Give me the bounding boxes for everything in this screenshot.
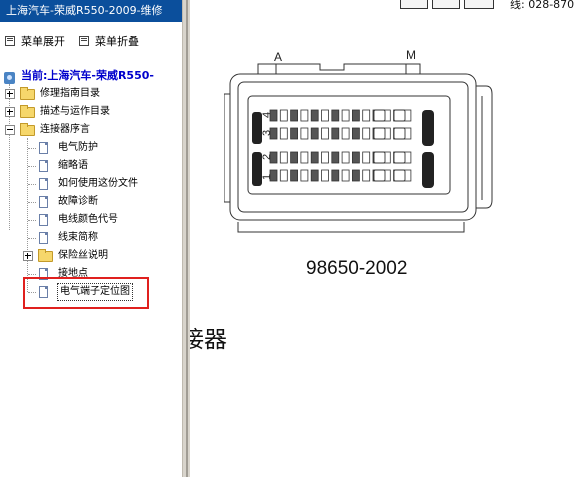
folder-icon — [38, 249, 53, 262]
panel-splitter[interactable] — [182, 0, 190, 477]
connector-pin — [290, 169, 298, 182]
tree-item-abbreviations[interactable]: 缩略语 — [0, 158, 182, 174]
folder-icon — [20, 87, 35, 100]
connector-pin-large — [373, 169, 386, 182]
document-icon — [39, 160, 48, 172]
connector-pin-large — [373, 151, 386, 164]
connector-lock — [476, 85, 493, 209]
connector-pin-large — [393, 169, 406, 182]
connector-pin — [279, 169, 288, 182]
phone-fragment: 线: 028-870 — [510, 0, 575, 11]
connector-pin — [310, 169, 319, 182]
connector-pin — [351, 127, 360, 140]
connector-key-right-top — [422, 110, 434, 146]
thumbnail-tile — [400, 0, 428, 9]
document-icon — [39, 232, 48, 244]
document-icon — [39, 196, 48, 208]
connector-pin — [300, 151, 309, 164]
connector-row-number: 3 — [261, 130, 273, 136]
connector-pin — [279, 151, 288, 164]
connector-pin — [331, 109, 340, 122]
connector-pin — [341, 127, 350, 140]
connector-pin — [300, 127, 309, 140]
connector-pin — [290, 151, 298, 164]
tree-item-how-to-use[interactable]: 如何使用这份文件 — [0, 176, 182, 192]
connector-pin-grid — [269, 109, 412, 182]
connector-pin-large — [373, 109, 386, 122]
connector-pin — [331, 151, 340, 164]
connector-pin — [362, 127, 371, 140]
expand-plus-icon[interactable] — [23, 251, 33, 261]
connector-pin — [310, 127, 319, 140]
connector-pin-large — [393, 127, 406, 140]
connector-pin — [290, 127, 298, 140]
connector-key-right-bottom — [422, 152, 434, 188]
connector-pin — [310, 109, 319, 122]
connector-pin — [321, 109, 329, 122]
connector-pin — [300, 109, 309, 122]
tree-item-description[interactable]: 描述与运作目录 — [0, 104, 182, 120]
connector-row-number: 1 — [261, 174, 273, 180]
folder-icon — [20, 105, 35, 118]
connector-pin — [351, 169, 360, 182]
tree-current-root[interactable]: 当前:上海汽车-荣威R550- — [0, 68, 182, 84]
connector-pin — [362, 109, 371, 122]
connector-pin-large — [393, 151, 406, 164]
connector-pin — [279, 127, 288, 140]
section-heading-fragment: 接器 — [190, 327, 227, 353]
manual-icon — [4, 72, 15, 84]
connector-pin-large — [373, 127, 386, 140]
connector-pin — [341, 109, 350, 122]
expand-plus-icon[interactable] — [5, 89, 15, 99]
connector-pin — [362, 169, 371, 182]
document-icon — [39, 178, 48, 190]
connector-latch-top — [257, 63, 421, 74]
tree-item-wire-colors[interactable]: 电线颜色代号 — [0, 212, 182, 228]
annotation-highlight-box — [23, 277, 149, 309]
expand-plus-icon[interactable] — [5, 107, 15, 117]
collapse-minus-icon[interactable] — [5, 125, 15, 135]
connector-pin — [351, 151, 360, 164]
navigation-panel: 上海汽车-荣威R550-2009-维修 菜单展开 菜单折叠 当前:上海汽车-荣威… — [0, 0, 182, 477]
navigation-tree: 当前:上海汽车-荣威R550- 修理指南目录 描述与运作目录 连接器序言 电气防… — [0, 0, 182, 477]
connector-pin-large — [393, 109, 406, 122]
tree-item-electrical-protection[interactable]: 电气防护 — [0, 140, 182, 156]
connector-pin — [341, 151, 350, 164]
tree-item-repair-guide[interactable]: 修理指南目录 — [0, 86, 182, 102]
connector-pin — [321, 127, 329, 140]
connector-pin — [279, 109, 288, 122]
connector-diagram: 4 3 2 1 — [224, 63, 493, 233]
folder-open-icon — [20, 123, 35, 136]
connector-pin — [321, 151, 329, 164]
thumbnail-tile — [432, 0, 460, 9]
document-icon — [39, 214, 48, 226]
tree-item-diagnosis[interactable]: 故障诊断 — [0, 194, 182, 210]
tree-item-harness-names[interactable]: 线束简称 — [0, 230, 182, 246]
connector-pin — [362, 151, 371, 164]
connector-pin — [351, 109, 360, 122]
connector-row-number: 2 — [261, 154, 273, 160]
connector-pin — [331, 169, 340, 182]
connector-pin — [310, 151, 319, 164]
connector-pin — [341, 169, 350, 182]
connector-pin — [321, 169, 329, 182]
document-viewer: 线: 028-870 A M 4321 98650-2002 接器 — [190, 0, 588, 477]
part-number: 98650-2002 — [306, 258, 408, 279]
tree-item-connector-intro[interactable]: 连接器序言 — [0, 122, 182, 138]
connector-row-number: 4 — [261, 112, 273, 118]
tree-item-fuse-info[interactable]: 保险丝说明 — [0, 248, 182, 264]
thumbnail-tile — [464, 0, 494, 9]
connector-pin — [300, 169, 309, 182]
connector-pin — [290, 109, 298, 122]
connector-pin — [331, 127, 340, 140]
document-icon — [39, 142, 48, 154]
